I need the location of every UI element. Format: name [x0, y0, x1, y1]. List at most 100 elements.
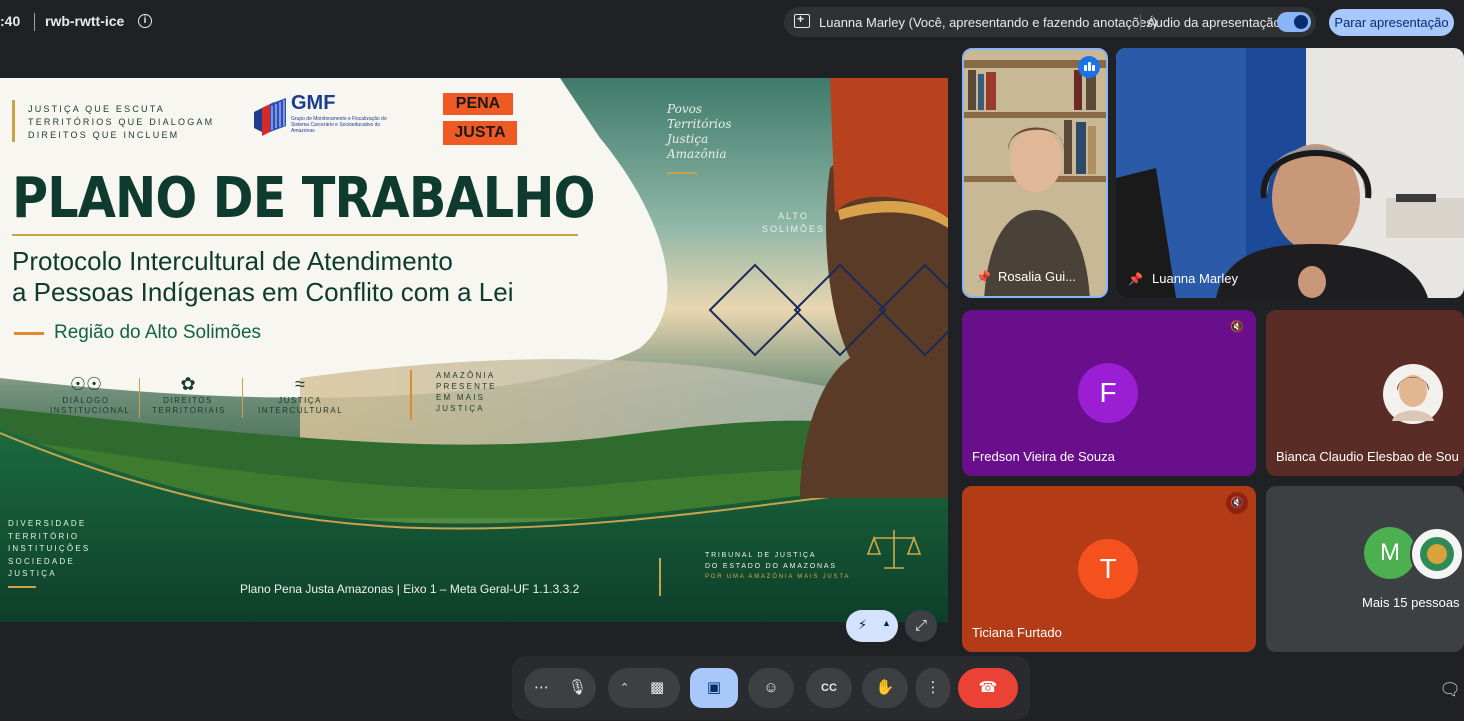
participant-tile-bianca[interactable]: Bianca Claudio Elesbao de Sou — [1266, 310, 1464, 476]
more-vert-icon: ⋮ — [925, 679, 941, 696]
present-screen-icon: ▣ — [706, 679, 722, 696]
gmf-logo-text: GMF — [291, 92, 336, 114]
present-screen-button[interactable]: ▣ — [690, 668, 738, 708]
more-participants-tile[interactable]: M Mais 15 pessoas — [1266, 486, 1464, 652]
avatar: T — [1078, 539, 1138, 599]
pen-icon: ⚡ — [858, 617, 868, 632]
video-feed — [964, 50, 1106, 296]
slide-subtitle: Protocolo Intercultural de Atendimento a… — [12, 246, 514, 308]
tagline-accent — [12, 100, 15, 142]
avatar — [1383, 364, 1443, 424]
annotation-tools-button[interactable]: ⚡ ▲ — [846, 610, 898, 642]
participant-tile-luanna[interactable]: 📌 Luanna Marley — [1116, 48, 1464, 298]
title-rule — [12, 234, 578, 236]
chevron-up-icon[interactable]: ⌃ — [620, 668, 629, 708]
more-options-button[interactable]: ⋮ — [916, 668, 950, 708]
divider — [34, 13, 35, 31]
present-screen-icon — [794, 12, 810, 28]
pillar-label: DIREITOS — [163, 396, 213, 405]
captions-icon: CC — [821, 682, 837, 694]
participant-tile-ticiana[interactable]: T 🔇 Ticiana Furtado — [962, 486, 1256, 652]
region-label: Região do Alto Solimões — [54, 322, 262, 343]
pin-icon: 📌 — [1128, 272, 1143, 286]
meet-window: :40 rwb-rwtt-ice i Luanna Marley (Você, … — [0, 0, 1464, 721]
povos-line: Povos — [667, 102, 702, 116]
pillar-label: DIÁLOGO — [62, 396, 110, 405]
raise-hand-button[interactable]: ✋ — [862, 668, 908, 708]
gmf-logo-icon — [254, 98, 286, 136]
divider — [242, 378, 243, 418]
microphone-icon[interactable]: 🎙 — [568, 668, 587, 708]
more-participants-label: Mais 15 pessoas — [1362, 595, 1460, 610]
slide-title: PLANO DE TRABALHO — [12, 166, 596, 231]
participant-tile-rosalia[interactable]: 📌 Rosalia Gui... — [962, 48, 1108, 298]
presentation-audio-toggle[interactable] — [1277, 12, 1311, 32]
povos-accent — [667, 172, 697, 174]
tagline-line: TERRITÓRIOS QUE DIALOGAM — [28, 117, 215, 127]
slide-background — [0, 78, 948, 622]
amazonia-line: JUSTIÇA — [436, 404, 485, 413]
meeting-time: :40 — [0, 13, 21, 29]
divider — [139, 378, 140, 418]
divider — [659, 558, 661, 596]
diversity-item: TERRITÓRIO — [8, 531, 80, 541]
expand-icon: ⤢ — [914, 617, 927, 634]
divider — [1140, 14, 1141, 30]
mic-off-icon: 🔇 — [1226, 492, 1248, 514]
plant-icon: ✿ — [180, 374, 196, 394]
toggle-knob — [1294, 15, 1308, 29]
chevron-up-icon: ▲ — [882, 618, 891, 628]
waves-icon: ≈ — [295, 374, 305, 394]
reactions-button[interactable]: ☺ — [748, 668, 794, 708]
pillar-label: JUSTIÇA — [278, 396, 322, 405]
tribunal-label: TRIBUNAL DE JUSTIÇA DO ESTADO DO AMAZONA… — [705, 550, 850, 583]
emoji-icon: ☺ — [763, 679, 779, 696]
meeting-code: rwb-rwtt-ice — [45, 13, 125, 29]
chat-button[interactable]: 🗨 — [1430, 670, 1464, 710]
diversity-item: DIVERSIDADE — [8, 519, 87, 528]
video-feed — [1116, 48, 1464, 298]
stop-presenting-button[interactable]: Parar apresentação — [1329, 9, 1454, 36]
alto-line: ALTO — [778, 211, 809, 221]
tribunal-line: TRIBUNAL DE JUSTIÇA — [705, 552, 817, 559]
pillar-dialogo: ☉☉ DIÁLOGO INSTITUCIONAL — [50, 374, 131, 416]
participant-name: Luanna Marley — [1152, 271, 1238, 286]
alto-line: SOLIMÕES — [762, 224, 826, 234]
alto-solimoes-label: ALTO SOLIMÕES — [762, 210, 825, 236]
participant-name: Bianca Claudio Elesbao de Sou — [1276, 449, 1459, 464]
amazonia-line: AMAZÔNIA — [436, 371, 496, 380]
participant-name: Ticiana Furtado — [972, 625, 1062, 640]
pillar-label: INSTITUCIONAL — [50, 406, 131, 415]
hand-icon: ✋ — [875, 679, 895, 696]
gmf-subtitle: Grupo de Monitoramento e Fiscalização do… — [291, 116, 387, 134]
participant-tile-fredson[interactable]: F 🔇 Fredson Vieira de Souza — [962, 310, 1256, 476]
captions-button[interactable]: CC — [806, 668, 852, 708]
avatar — [1410, 527, 1464, 581]
presentation-slide: JUSTIÇA QUE ESCUTA TERRITÓRIOS QUE DIALO… — [0, 78, 948, 622]
presentation-audio-label: Áudio da apresentação — [1147, 15, 1281, 30]
povos-line: Justiça — [667, 132, 709, 146]
justice-scale-icon — [866, 530, 922, 569]
more-audio-options-icon[interactable]: ⋯ — [534, 668, 549, 708]
fullscreen-button[interactable]: ⤢ — [905, 610, 937, 642]
info-icon[interactable]: i — [138, 14, 152, 28]
leave-call-button[interactable]: ☎ — [958, 668, 1018, 708]
pena-logo: PENA — [443, 93, 513, 115]
pillar-direitos: ✿ DIREITOS TERRITORIAIS — [152, 374, 224, 416]
tagline-line: JUSTIÇA QUE ESCUTA — [28, 104, 165, 114]
mic-off-icon: 🔇 — [1230, 321, 1244, 333]
pin-icon: 📌 — [976, 270, 991, 284]
people-icon: ☉☉ — [69, 374, 103, 394]
pillar-label: TERRITORIAIS — [152, 406, 226, 415]
povos-tagline: Povos Territórios Justiça Amazônia — [667, 102, 732, 162]
povos-line: Territórios — [667, 117, 732, 131]
amazonia-line: EM MAIS — [436, 393, 486, 402]
audio-control-group: ⋯ 🎙 — [524, 668, 596, 708]
subtitle-line: Protocolo Intercultural de Atendimento — [12, 246, 453, 276]
avatar: M — [1364, 527, 1416, 579]
hang-up-icon: ☎ — [978, 679, 998, 696]
chat-icon: 🗨 — [1439, 680, 1461, 699]
camera-icon[interactable]: ▩ — [650, 668, 664, 708]
tribunal-motto: POR UMA AMAZÔNIA MAIS JUSTA — [705, 574, 851, 580]
povos-line: Amazônia — [667, 147, 727, 161]
